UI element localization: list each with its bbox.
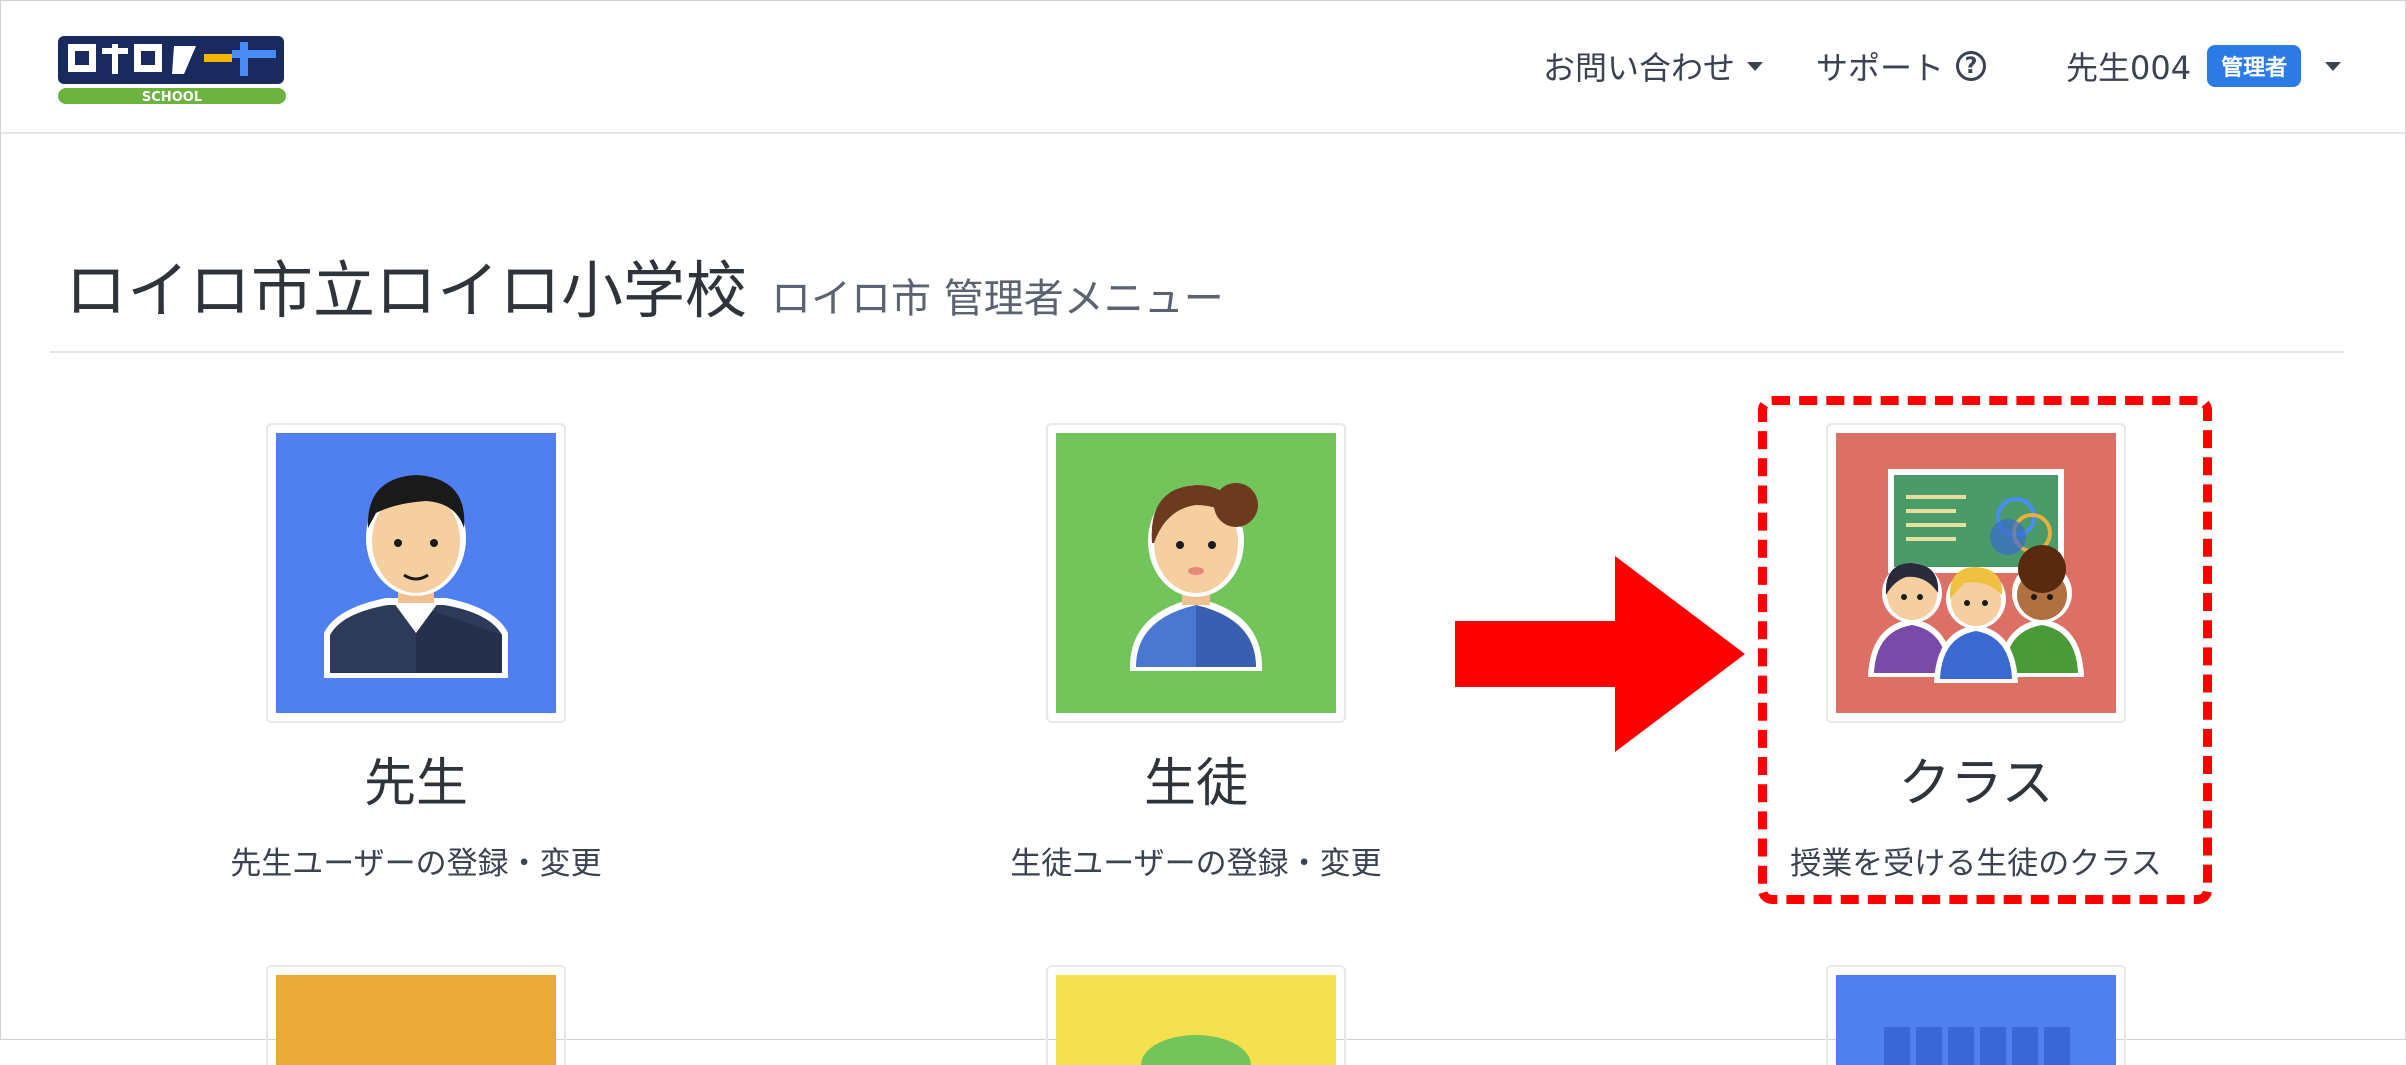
title-divider: [50, 351, 2344, 353]
menu-card-row2-2[interactable]: [1046, 965, 1346, 1065]
menu-card-row2-1[interactable]: [266, 965, 566, 1065]
page-heading: ロイロ市立ロイロ小学校 ロイロ市 管理者メニュー: [65, 240, 1224, 330]
student-card[interactable]: 生徒 生徒ユーザーの登録・変更: [1010, 423, 1382, 883]
menu-card-row2-3[interactable]: [1826, 965, 2126, 1065]
role-badge: 管理者: [2207, 45, 2302, 87]
calendar-grid-icon: [1884, 1027, 2074, 1065]
chevron-down-icon: [1747, 61, 1764, 71]
help-circle-icon: ?: [1956, 51, 1987, 81]
class-card-highlight: [1758, 396, 2212, 904]
chevron-down-icon: [2325, 61, 2342, 71]
roilo-note-logo[interactable]: SCHOOL: [56, 34, 288, 106]
page-subtitle: ロイロ市 管理者メニュー: [771, 276, 1224, 322]
teacher-card[interactable]: 先生 先生ユーザーの登録・変更: [230, 423, 602, 883]
teacher-thumbnail[interactable]: [266, 423, 566, 723]
contact-menu[interactable]: お問い合わせ: [1543, 41, 1764, 91]
card-thumbnail-bg: [276, 975, 556, 1065]
red-arrow-icon: [1455, 556, 1745, 752]
user-menu[interactable]: 先生004 管理者: [2066, 41, 2342, 91]
contact-label: お問い合わせ: [1543, 49, 1736, 87]
top-header: SCHOOL お問い合わせ サポート ? 先生004 管理者: [1, 1, 2405, 134]
logo-school-text: SCHOOL: [142, 90, 202, 105]
card-title: 先生: [363, 754, 468, 814]
user-name: 先生004: [2066, 49, 2192, 87]
card-description: 先生ユーザーの登録・変更: [230, 846, 602, 882]
card-title: 生徒: [1143, 754, 1248, 814]
student-illustration-icon: [1129, 483, 1263, 671]
teacher-illustration-icon: [324, 475, 508, 678]
support-link[interactable]: サポート ?: [1816, 41, 1987, 91]
card-thumbnail-bg: [1836, 975, 2116, 1065]
support-label: サポート: [1816, 49, 1945, 87]
card-description: 生徒ユーザーの登録・変更: [1010, 846, 1382, 882]
card-thumbnail-bg: [1056, 975, 1336, 1065]
page-title: ロイロ市立ロイロ小学校: [65, 254, 748, 327]
student-thumbnail[interactable]: [1046, 423, 1346, 723]
